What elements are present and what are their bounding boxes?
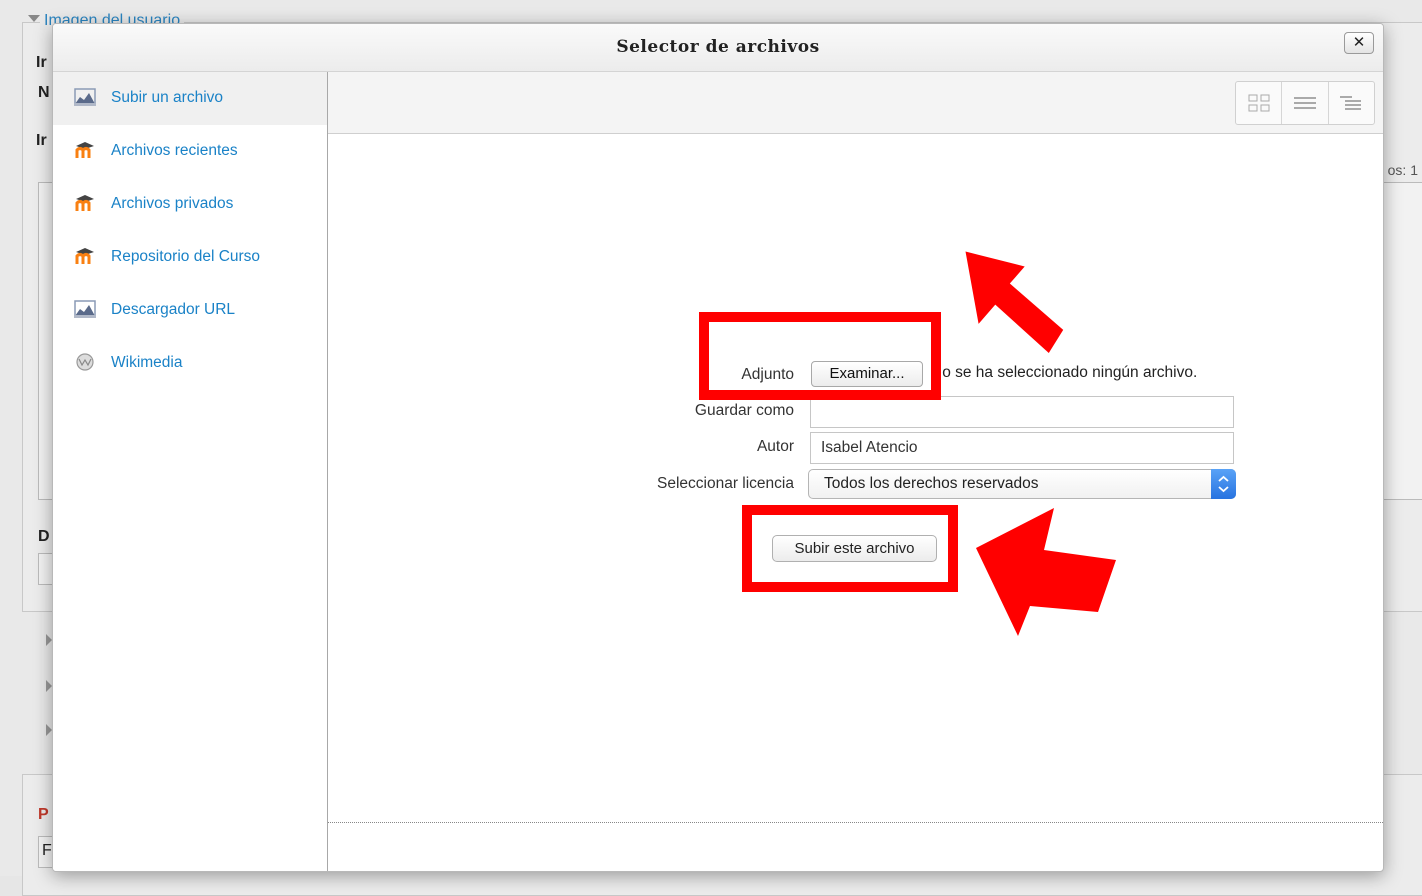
background-label: F	[42, 842, 52, 859]
sidebar-item-recent[interactable]: Archivos recientes	[53, 125, 327, 178]
sidebar-item-private[interactable]: Archivos privados	[53, 178, 327, 231]
author-input[interactable]	[810, 432, 1234, 464]
view-switcher	[1235, 81, 1375, 125]
repository-sidebar: Subir un archivo Archivos recientes Arch…	[53, 72, 328, 871]
background-label: N	[38, 84, 50, 101]
annotation-highlight-upload	[742, 505, 958, 592]
sidebar-item-url-downloader[interactable]: Descargador URL	[53, 284, 327, 337]
save-as-input[interactable]	[810, 396, 1234, 428]
list-view-icon	[1293, 97, 1316, 109]
background-label: Ir	[36, 54, 47, 71]
annotation-arrow-icon	[965, 251, 1064, 353]
background-label: D	[38, 528, 50, 545]
sidebar-item-label: Archivos privados	[111, 195, 234, 212]
sidebar-item-label: Repositorio del Curso	[111, 248, 261, 265]
sidebar-item-upload[interactable]: Subir un archivo	[53, 72, 327, 125]
annotation-highlight-browse	[699, 312, 941, 400]
moodle-icon	[75, 195, 94, 211]
select-stepper-icon	[1211, 469, 1236, 499]
list-view-button[interactable]	[1282, 82, 1329, 124]
wikimedia-icon	[76, 353, 94, 371]
license-select-value: Todos los derechos reservados	[824, 475, 1039, 492]
icon-view-icon	[1248, 94, 1270, 112]
dialog-title: Selector de archivos	[616, 37, 820, 57]
author-label: Autor	[756, 438, 794, 455]
license-select[interactable]: Todos los derechos reservados	[808, 469, 1236, 499]
close-button[interactable]: ✕	[1344, 32, 1374, 54]
sidebar-item-wikimedia[interactable]: Wikimedia	[53, 337, 327, 390]
sidebar-item-label: Wikimedia	[111, 354, 183, 371]
collapse-arrow-icon	[28, 15, 40, 22]
background-label: P	[38, 806, 49, 823]
upload-icon	[74, 88, 96, 106]
annotation-arrow-icon	[976, 508, 1116, 636]
content-divider	[328, 822, 1383, 823]
moodle-icon	[75, 248, 94, 264]
icon-view-button[interactable]	[1236, 82, 1283, 124]
background-label: Ir	[36, 132, 47, 149]
sidebar-item-course-repository[interactable]: Repositorio del Curso	[53, 231, 327, 284]
upload-icon	[74, 300, 96, 318]
file-picker-dialog: Selector de archivos ✕ Subir un archivo …	[52, 23, 1384, 872]
picker-toolbar	[328, 72, 1383, 134]
sidebar-item-label: Descargador URL	[111, 301, 236, 318]
tree-view-button[interactable]	[1329, 82, 1374, 124]
tree-view-icon	[1340, 96, 1362, 110]
background-count: os: 1	[1387, 162, 1418, 178]
save-as-label: Guardar como	[694, 402, 794, 419]
sidebar-item-label: Archivos recientes	[111, 142, 238, 159]
sidebar-item-label: Subir un archivo	[111, 89, 224, 106]
picker-content: Adjunto Examinar... No se ha seleccionad…	[328, 72, 1383, 871]
moodle-icon	[75, 142, 94, 158]
dialog-header: Selector de archivos ✕	[53, 24, 1383, 72]
license-label: Seleccionar licencia	[657, 475, 794, 492]
